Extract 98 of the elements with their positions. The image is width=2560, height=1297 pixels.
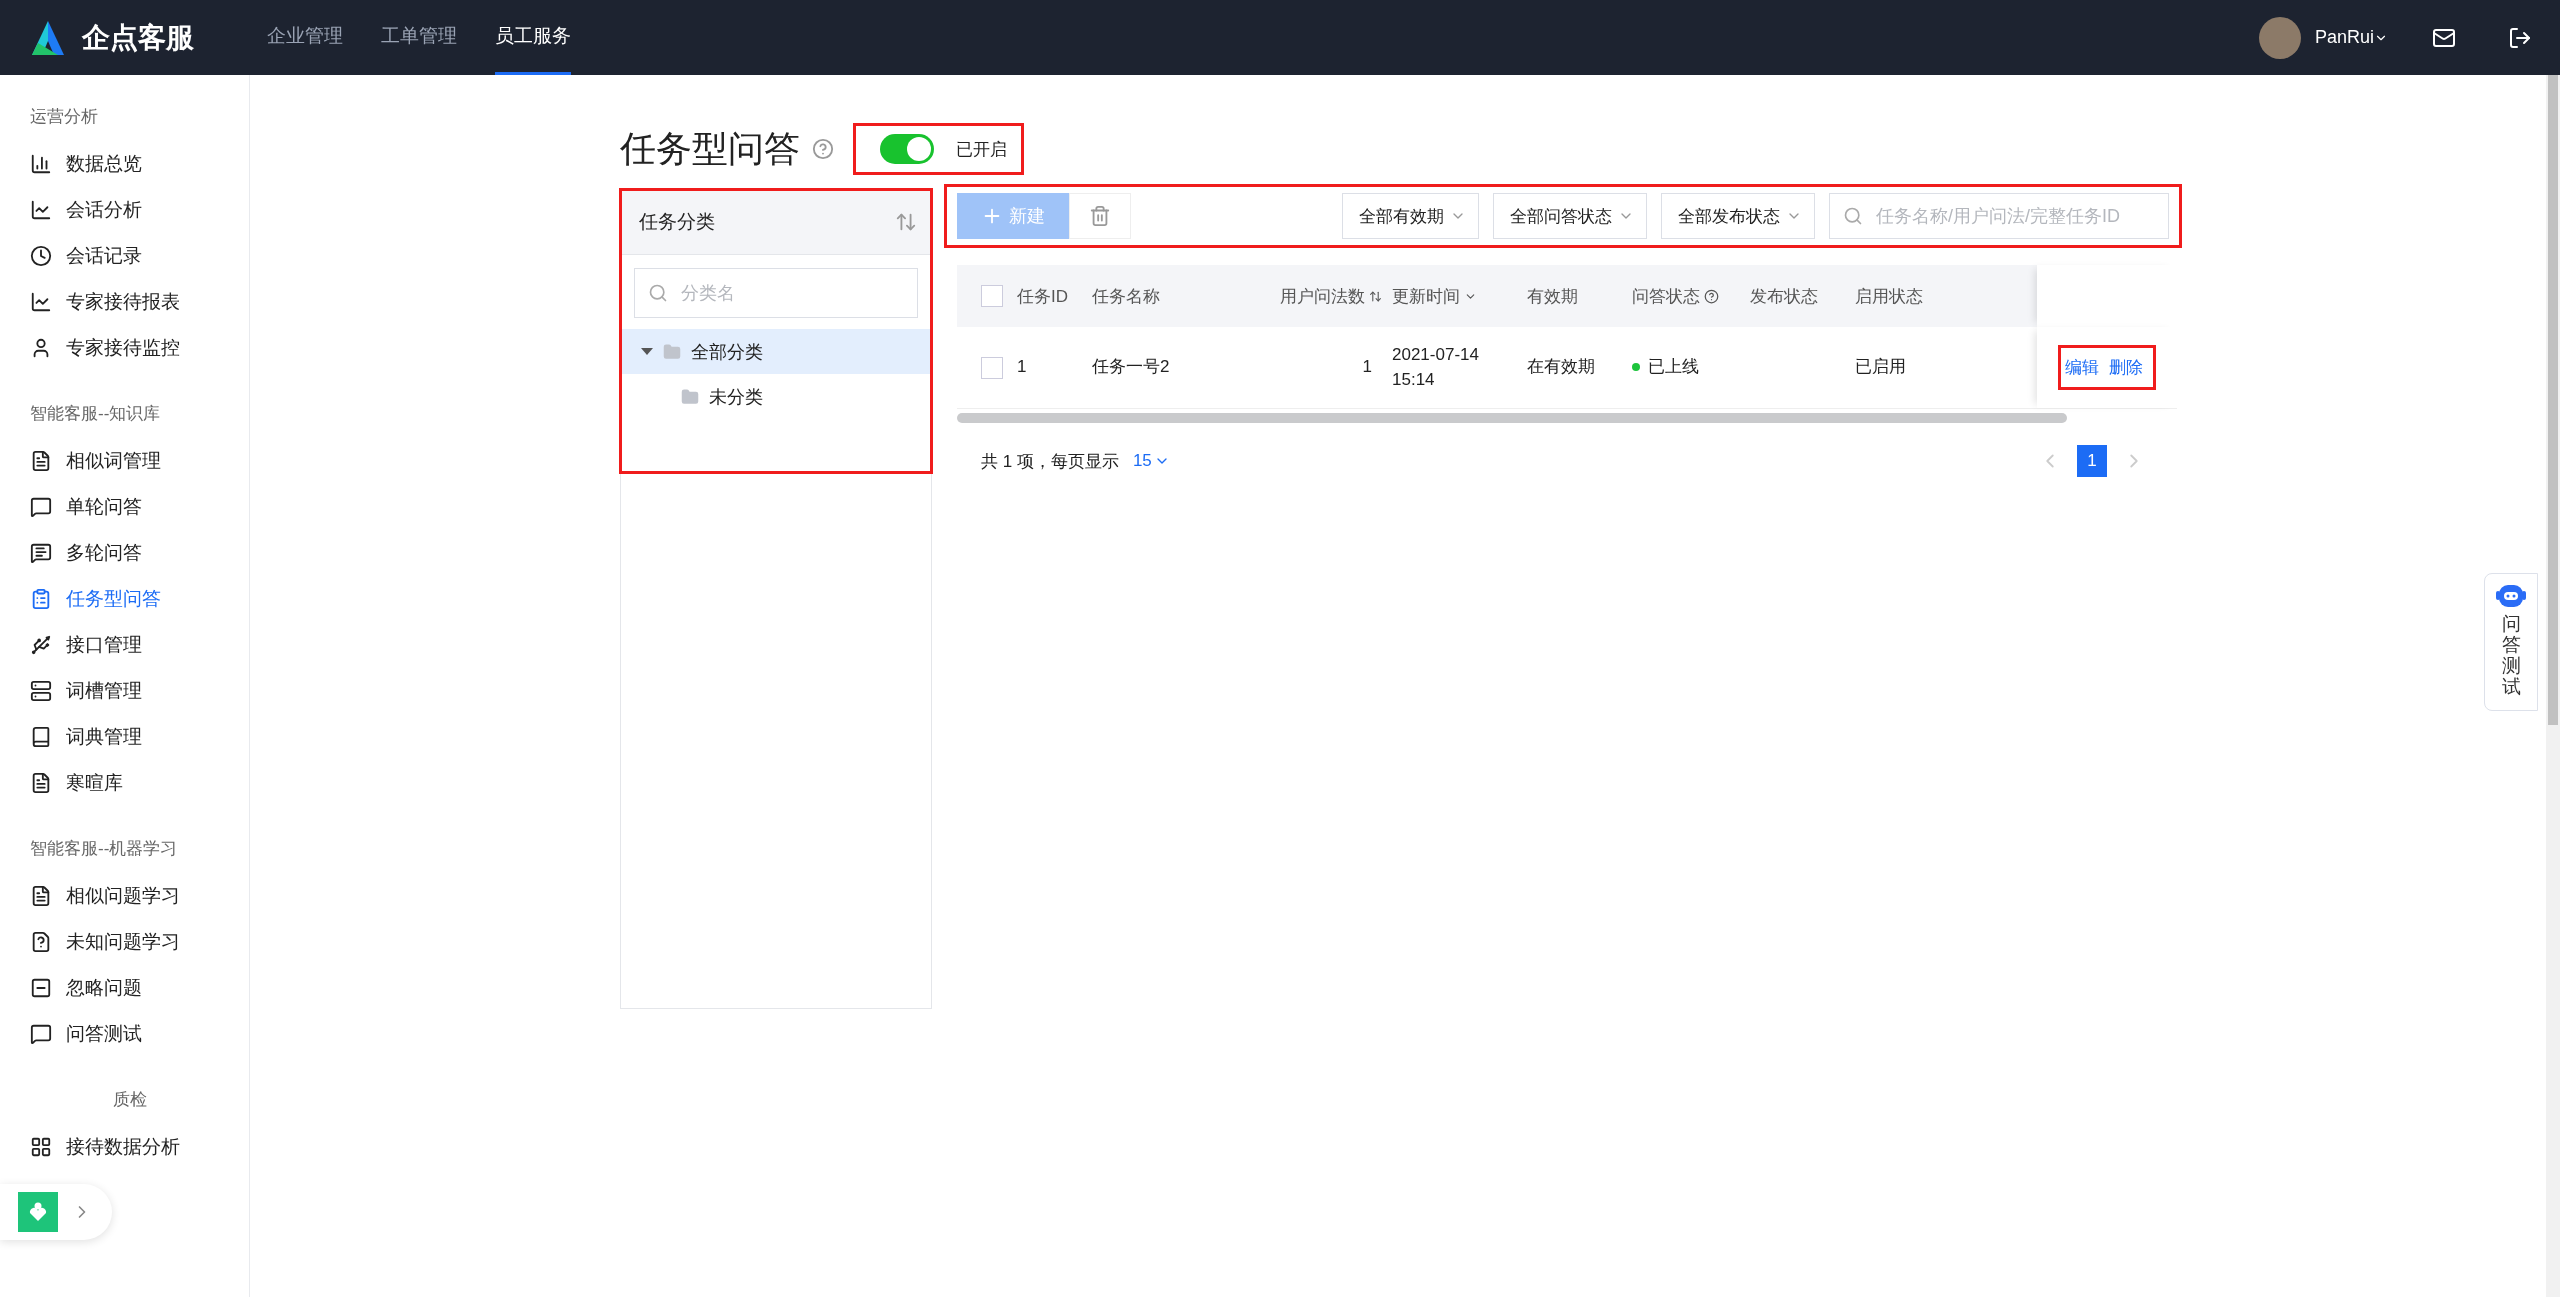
- panel-title: 任务分类: [639, 210, 715, 234]
- group-label: 运营分析: [29, 106, 99, 128]
- trash-icon: [1089, 205, 1111, 227]
- select-all-checkbox[interactable]: [981, 285, 1003, 307]
- group-label: 质检: [112, 1089, 148, 1111]
- usb-icon: [30, 634, 52, 656]
- tree-item[interactable]: 未分类: [621, 374, 931, 419]
- sidebar-item[interactable]: 单轮问答: [30, 489, 142, 525]
- delete-button[interactable]: [1069, 193, 1131, 239]
- widget-label: 问答测试: [2501, 614, 2521, 698]
- sidebar-item[interactable]: 忽略问题: [30, 970, 142, 1006]
- horizontal-scrollbar[interactable]: [957, 413, 2067, 423]
- document-icon: [30, 450, 52, 472]
- user-menu[interactable]: PanRui: [2314, 27, 2388, 48]
- help-icon: [1704, 288, 1719, 304]
- sort-icon[interactable]: [1369, 289, 1382, 303]
- document-icon: [30, 885, 52, 907]
- group-label: 智能客服--机器学习: [29, 838, 179, 860]
- logout-icon[interactable]: [2508, 25, 2532, 50]
- tree-label: 全部分类: [691, 340, 763, 364]
- sidebar-item[interactable]: 词槽管理: [30, 673, 142, 709]
- caret-icon[interactable]: [641, 348, 653, 355]
- minus-square-icon: [30, 977, 52, 999]
- sidebar-item[interactable]: 问答测试: [30, 1016, 142, 1052]
- clock-icon: [30, 245, 52, 267]
- filter-dropdown[interactable]: 全部有效期: [1342, 193, 1479, 239]
- robot-icon: [2496, 584, 2526, 608]
- tree-label: 未分类: [709, 385, 763, 409]
- table-cell-text: 1: [1361, 356, 1373, 379]
- table-cell-text: 1: [1017, 356, 1028, 379]
- action-link[interactable]: 删除: [2109, 356, 2143, 379]
- chat-icon: [30, 1023, 52, 1045]
- sidebar-item[interactable]: 专家接待报表: [30, 284, 180, 320]
- search-icon: [1843, 206, 1863, 226]
- sidebar-item[interactable]: 会话记录: [30, 238, 142, 274]
- column-header: 任务ID: [1017, 285, 1069, 308]
- brand-name: 企点客服: [82, 20, 194, 55]
- sidebar-item[interactable]: 相似词管理: [30, 443, 161, 479]
- assistant-widget[interactable]: [0, 1184, 112, 1240]
- folder-icon: [681, 387, 699, 406]
- column-header: 有效期: [1527, 285, 1579, 308]
- table-cell-text: 2021-07-14 15:14: [1392, 343, 1480, 391]
- question-document-icon: [30, 931, 52, 953]
- status-text: 已上线: [1648, 356, 1699, 379]
- nav-tab[interactable]: 企业管理: [267, 0, 343, 75]
- filter-dropdown[interactable]: 全部发布状态: [1661, 193, 1815, 239]
- column-header: 更新时间: [1392, 284, 1527, 308]
- sidebar-item[interactable]: 专家接待监控: [30, 330, 180, 366]
- sidebar-item[interactable]: 词典管理: [30, 719, 142, 755]
- search-field[interactable]: 任务名称/用户问法/完整任务ID: [1829, 193, 2169, 239]
- table-cell-text: 在有效期: [1527, 356, 1596, 379]
- tree-item[interactable]: 全部分类: [621, 329, 931, 374]
- line-chart-icon: [30, 199, 52, 221]
- folder-icon: [663, 342, 681, 361]
- server-icon: [30, 680, 52, 702]
- search-field[interactable]: 分类名: [634, 268, 918, 318]
- table-cell-text: 已启用: [1855, 356, 1907, 379]
- grid-icon: [30, 1136, 52, 1158]
- avatar[interactable]: [2258, 16, 2301, 59]
- pagination-summary: 共 1 项，每页显示: [981, 450, 1119, 473]
- sidebar-item[interactable]: 任务型问答: [30, 581, 161, 617]
- sidebar-item[interactable]: 多轮问答: [30, 535, 142, 571]
- sidebar-item[interactable]: 数据总览: [30, 146, 142, 182]
- sidebar-item[interactable]: 寒暄库: [30, 765, 123, 801]
- column-header: 发布状态: [1750, 285, 1819, 308]
- book-icon: [30, 726, 52, 748]
- page-title: 任务型问答: [620, 126, 800, 171]
- clipboard-icon: [30, 588, 52, 610]
- toggle-switch[interactable]: [880, 134, 934, 164]
- sidebar-item[interactable]: 会话分析: [30, 192, 142, 228]
- group-label: 智能客服--知识库: [29, 403, 162, 425]
- sidebar-item[interactable]: 未知问题学习: [30, 924, 180, 960]
- line-chart-icon: [30, 291, 52, 313]
- sidebar-item[interactable]: 相似问题学习: [30, 878, 180, 914]
- table-cell-text: 任务一号2: [1092, 356, 1171, 379]
- action-link[interactable]: 编辑: [2065, 356, 2099, 379]
- page-size-select[interactable]: 15: [1126, 450, 1176, 472]
- chat-icon: [30, 496, 52, 518]
- filter-dropdown[interactable]: 全部问答状态: [1493, 193, 1647, 239]
- nav-tab[interactable]: 工单管理: [381, 0, 457, 75]
- column-header: 启用状态: [1855, 285, 1924, 308]
- help-icon[interactable]: [812, 138, 834, 160]
- search-icon: [648, 283, 668, 303]
- bar-chart-icon: [30, 153, 52, 175]
- sidebar-item[interactable]: 接待数据分析: [30, 1129, 180, 1165]
- nav-tab[interactable]: 员工服务: [495, 0, 571, 75]
- vertical-scrollbar[interactable]: [2546, 75, 2560, 1297]
- row-checkbox[interactable]: [981, 356, 1003, 379]
- chat-icon: [30, 542, 52, 564]
- toggle-label: 已开启: [956, 138, 1007, 161]
- column-header: 用户问法数: [1272, 284, 1392, 308]
- column-header: 任务名称: [1092, 285, 1161, 308]
- sort-icon[interactable]: [895, 211, 917, 233]
- column-header: 问答状态: [1632, 284, 1750, 308]
- document-icon: [30, 772, 52, 794]
- page-button[interactable]: 1: [2077, 445, 2107, 477]
- sidebar-item[interactable]: 接口管理: [30, 627, 142, 663]
- qa-test-widget[interactable]: 问答测试: [2484, 573, 2538, 711]
